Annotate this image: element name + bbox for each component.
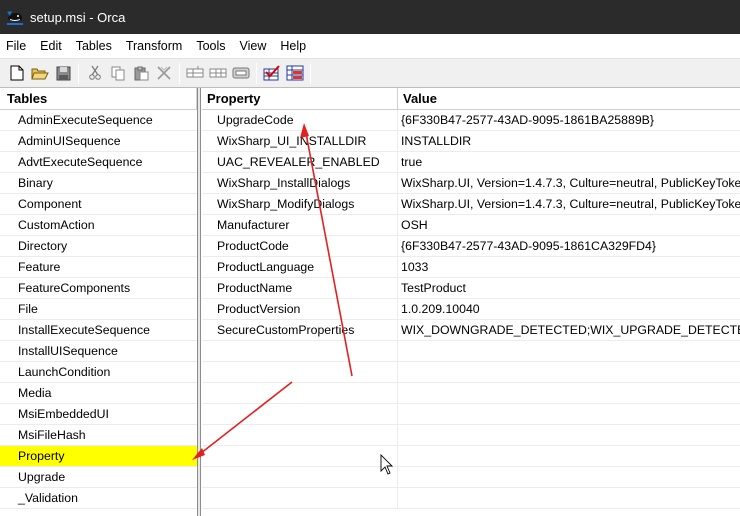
- table-item[interactable]: Upgrade: [0, 467, 197, 488]
- menu-help[interactable]: Help: [273, 34, 313, 58]
- table-row[interactable]: ProductName TestProduct: [202, 278, 740, 299]
- cell-property[interactable]: ProductVersion: [202, 299, 398, 319]
- empty-row: [202, 404, 740, 425]
- table-item-property-selected[interactable]: Property: [0, 446, 197, 467]
- cell-property[interactable]: UAC_REVEALER_ENABLED: [202, 152, 398, 172]
- table-item[interactable]: FeatureComponents: [0, 278, 197, 299]
- table-item[interactable]: AdminUISequence: [0, 131, 197, 152]
- table-item[interactable]: Feature: [0, 257, 197, 278]
- property-grid: Property Value UpgradeCode {6F330B47-2577…: [202, 88, 740, 516]
- table-row[interactable]: UAC_REVEALER_ENABLED true: [202, 152, 740, 173]
- table-item[interactable]: LaunchCondition: [0, 362, 197, 383]
- save-icon[interactable]: [54, 64, 72, 82]
- cell-property[interactable]: WixSharp_UI_INSTALLDIR: [202, 131, 398, 151]
- menu-tools[interactable]: Tools: [189, 34, 232, 58]
- table-item[interactable]: Component: [0, 194, 197, 215]
- cell-value[interactable]: 1033: [398, 257, 740, 277]
- empty-row: [202, 467, 740, 488]
- table-row[interactable]: ProductVersion 1.0.209.10040: [202, 299, 740, 320]
- paste-icon[interactable]: [132, 64, 150, 82]
- cell-property[interactable]: UpgradeCode: [202, 110, 398, 130]
- table-item[interactable]: AdminExecuteSequence: [0, 110, 197, 131]
- table-row[interactable]: WixSharp_ModifyDialogs WixSharp.UI, Versi…: [202, 194, 740, 215]
- splitter[interactable]: [198, 88, 201, 516]
- table-item[interactable]: Directory: [0, 236, 197, 257]
- cell-property[interactable]: SecureCustomProperties: [202, 320, 398, 340]
- table-row[interactable]: UpgradeCode {6F330B47-2577-43AD-9095-1861…: [202, 110, 740, 131]
- table-row[interactable]: ProductCode {6F330B47-2577-43AD-9095-1861…: [202, 236, 740, 257]
- cell-value[interactable]: {6F330B47-2577-43AD-9095-1861CA329FD4}: [398, 236, 740, 256]
- cell-property[interactable]: WixSharp_InstallDialogs: [202, 173, 398, 193]
- cell-value[interactable]: OSH: [398, 215, 740, 235]
- column-header-property[interactable]: Property: [202, 88, 398, 109]
- table-item[interactable]: MsiEmbeddedUI: [0, 404, 197, 425]
- table-row[interactable]: ProductLanguage 1033: [202, 257, 740, 278]
- window-title: setup.msi - Orca: [30, 9, 126, 25]
- cell-property[interactable]: ProductCode: [202, 236, 398, 256]
- orca-whale-icon: [6, 8, 24, 26]
- menu-view[interactable]: View: [233, 34, 274, 58]
- tables-list: AdminExecuteSequence AdminUISequence Adv…: [0, 110, 197, 509]
- table-item[interactable]: Media: [0, 383, 197, 404]
- empty-row: [202, 341, 740, 362]
- menu-bar: File Edit Tables Transform Tools View He…: [0, 34, 740, 58]
- edit-row-icon[interactable]: [232, 64, 250, 82]
- menu-file[interactable]: File: [0, 34, 33, 58]
- drop-row-icon[interactable]: [209, 64, 227, 82]
- merge-module-icon[interactable]: [286, 64, 304, 82]
- table-item[interactable]: InstallExecuteSequence: [0, 320, 197, 341]
- table-item[interactable]: Binary: [0, 173, 197, 194]
- validate-icon[interactable]: [263, 64, 281, 82]
- cell-value[interactable]: WIX_DOWNGRADE_DETECTED;WIX_UPGRADE_DETEC…: [398, 320, 740, 340]
- cell-property[interactable]: WixSharp_ModifyDialogs: [202, 194, 398, 214]
- toolbar: [0, 58, 740, 88]
- table-item[interactable]: InstallUISequence: [0, 341, 197, 362]
- empty-row: [202, 488, 740, 509]
- tables-header[interactable]: Tables: [0, 88, 197, 110]
- title-bar: setup.msi - Orca: [0, 0, 740, 34]
- cell-value[interactable]: true: [398, 152, 740, 172]
- cell-value[interactable]: 1.0.209.10040: [398, 299, 740, 319]
- empty-row: [202, 362, 740, 383]
- empty-row: [202, 446, 740, 467]
- table-item[interactable]: _Validation: [0, 488, 197, 509]
- open-folder-icon[interactable]: [31, 64, 49, 82]
- table-row[interactable]: SecureCustomProperties WIX_DOWNGRADE_DETE…: [202, 320, 740, 341]
- table-row[interactable]: Manufacturer OSH: [202, 215, 740, 236]
- cell-property[interactable]: Manufacturer: [202, 215, 398, 235]
- empty-row: [202, 383, 740, 404]
- tables-pane: Tables AdminExecuteSequence AdminUISeque…: [0, 88, 198, 516]
- table-item[interactable]: File: [0, 299, 197, 320]
- menu-tables[interactable]: Tables: [69, 34, 119, 58]
- new-row-icon[interactable]: [186, 64, 204, 82]
- copy-icon[interactable]: [109, 64, 127, 82]
- empty-row: [202, 425, 740, 446]
- new-file-icon[interactable]: [8, 64, 26, 82]
- table-item[interactable]: AdvtExecuteSequence: [0, 152, 197, 173]
- cell-value[interactable]: INSTALLDIR: [398, 131, 740, 151]
- menu-transform[interactable]: Transform: [119, 34, 190, 58]
- table-item[interactable]: MsiFileHash: [0, 425, 197, 446]
- table-row[interactable]: WixSharp_InstallDialogs WixSharp.UI, Vers…: [202, 173, 740, 194]
- cell-value[interactable]: TestProduct: [398, 278, 740, 298]
- menu-edit[interactable]: Edit: [33, 34, 69, 58]
- cell-property[interactable]: ProductName: [202, 278, 398, 298]
- column-header-value[interactable]: Value: [398, 88, 740, 109]
- cell-value[interactable]: {6F330B47-2577-43AD-9095-1861BA25889B}: [398, 110, 740, 130]
- grid-header: Property Value: [202, 88, 740, 110]
- cell-property[interactable]: ProductLanguage: [202, 257, 398, 277]
- cell-value[interactable]: WixSharp.UI, Version=1.4.7.3, Culture=ne…: [398, 173, 740, 193]
- cell-value[interactable]: WixSharp.UI, Version=1.4.7.3, Culture=ne…: [398, 194, 740, 214]
- grid-body: UpgradeCode {6F330B47-2577-43AD-9095-1861…: [202, 110, 740, 509]
- delete-icon[interactable]: [155, 64, 173, 82]
- table-row[interactable]: WixSharp_UI_INSTALLDIR INSTALLDIR: [202, 131, 740, 152]
- cut-icon[interactable]: [86, 64, 104, 82]
- table-item[interactable]: CustomAction: [0, 215, 197, 236]
